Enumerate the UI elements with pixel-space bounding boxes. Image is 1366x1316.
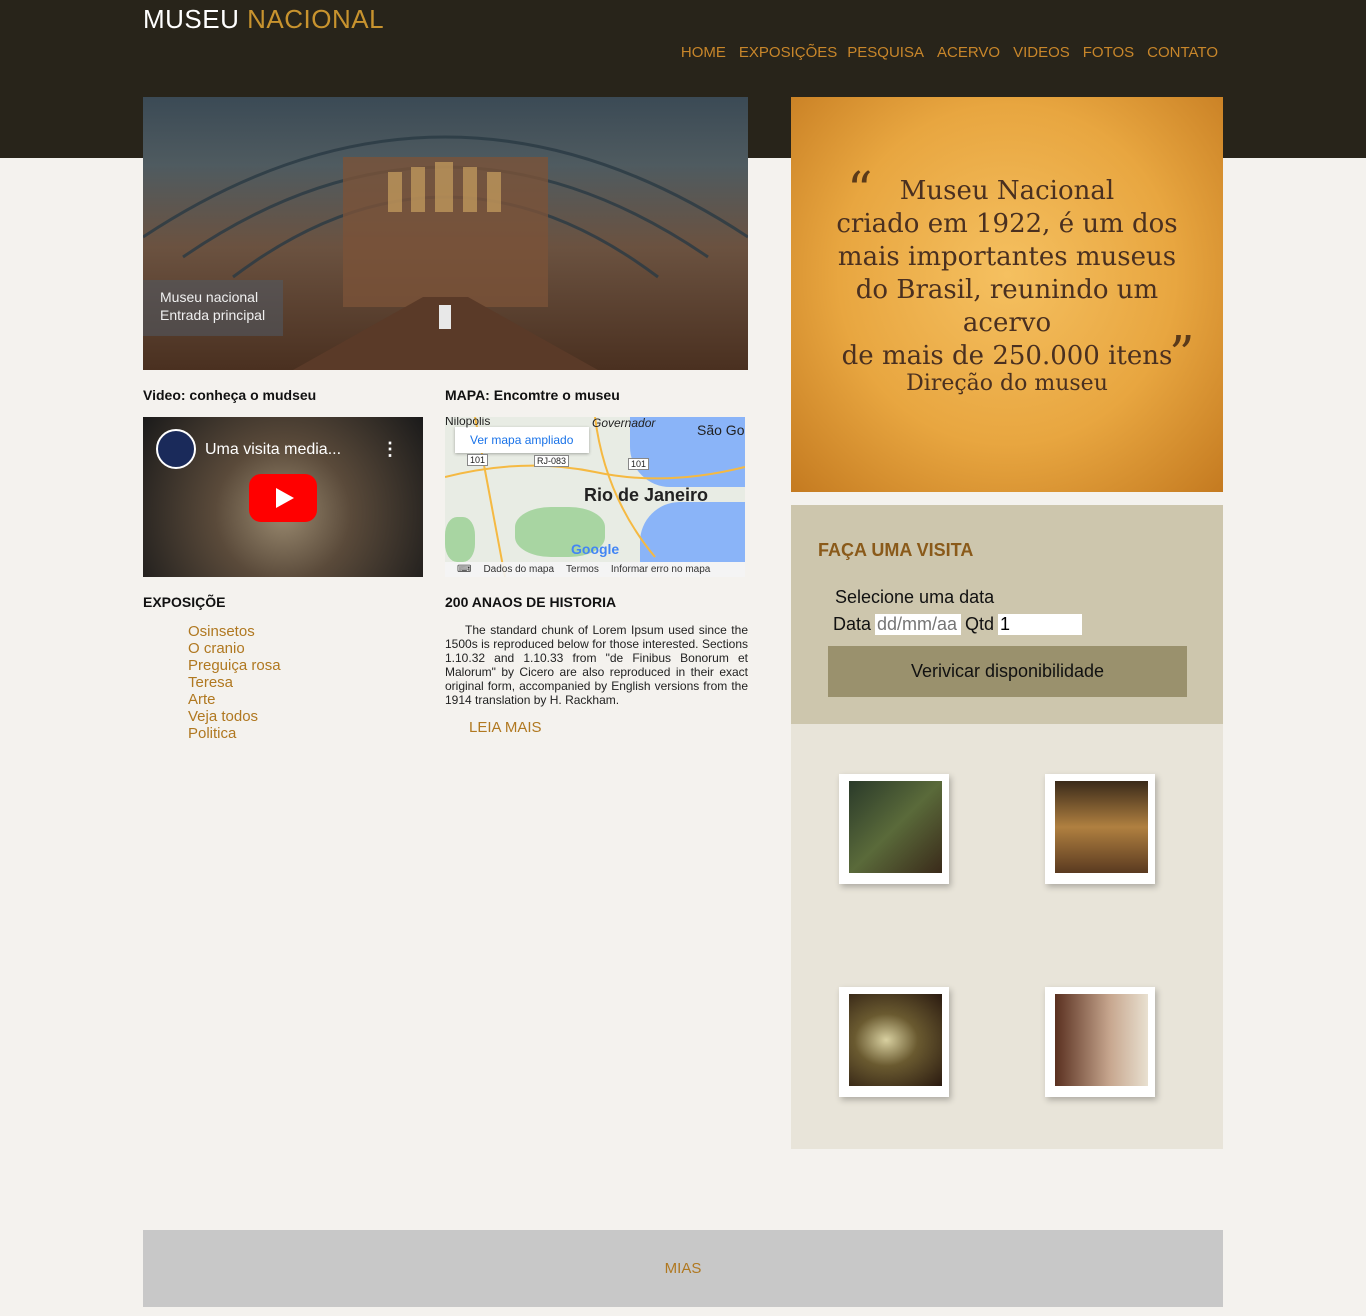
quote-line: Museu Nacional <box>899 176 1115 206</box>
footer-text: MIAS <box>664 1260 702 1277</box>
map-place-governador: Governador <box>592 417 656 430</box>
gallery-photo <box>1055 994 1148 1086</box>
visit-form-row: Data Qtd <box>833 614 1083 635</box>
nav-fotos[interactable]: FOTOS <box>1083 44 1134 61</box>
quote-signature: Direção do museu <box>906 371 1108 396</box>
quote-text: Museu Nacional criado em 1922, é um dos … <box>811 175 1203 373</box>
gallery-photo <box>1055 781 1148 873</box>
expo-link-preguica[interactable]: Preguiça rosa <box>188 657 281 674</box>
expo-link-veja-todos[interactable]: Veja todos <box>188 708 281 725</box>
hero-caption: Museu nacional Entrada principal <box>143 280 283 336</box>
nav-pesquisa[interactable]: PESQUISA <box>847 44 924 61</box>
more-options-icon[interactable]: ⋮ <box>381 439 399 460</box>
expo-link-teresa[interactable]: Teresa <box>188 674 281 691</box>
hero-image: Museu nacional Entrada principal <box>143 97 748 370</box>
nav-exposicoes[interactable]: EXPOSIÇÕES <box>739 44 837 61</box>
map-place-sao-goncalo: São Go <box>697 422 745 438</box>
nav-videos[interactable]: VIDEOS <box>1013 44 1070 61</box>
quote-line: mais importantes museus <box>837 242 1177 272</box>
quote-line: de mais de 250.000 itens <box>841 341 1173 371</box>
map-section-title: MAPA: Encomtre o museu <box>445 387 620 403</box>
map-footer: ⌨ Dados do mapa Termos Informar erro no … <box>445 562 745 577</box>
map-data-link[interactable]: Dados do mapa <box>483 564 554 575</box>
gallery-thumb[interactable] <box>832 980 952 1100</box>
hero-caption-line2: Entrada principal <box>160 307 266 323</box>
nav-contato[interactable]: CONTATO <box>1147 44 1218 61</box>
expo-link-politica[interactable]: Politica <box>188 725 281 742</box>
qtd-input[interactable] <box>998 614 1083 635</box>
history-section-title: 200 ANAOS DE HISTORIA <box>445 594 617 610</box>
keyboard-icon[interactable]: ⌨ <box>457 564 471 575</box>
qtd-label: Qtd <box>965 614 995 634</box>
video-title[interactable]: Uma visita media... <box>205 441 341 459</box>
expo-list: Osinsetos O cranio Preguiça rosa Teresa … <box>188 623 281 742</box>
date-label: Data <box>833 614 872 634</box>
map-road-label-101-east: 101 <box>628 458 650 470</box>
nav-acervo[interactable]: ACERVO <box>937 44 1000 61</box>
hero-caption-line1: Museu nacional <box>160 289 259 305</box>
history-text: The standard chunk of Lorem Ipsum used s… <box>445 623 748 707</box>
visit-title: FAÇA UMA VISITA <box>818 540 974 560</box>
quote-line: criado em 1922, é um dos <box>836 209 1178 239</box>
logo-word-nacional: NACIONAL <box>247 4 385 34</box>
select-date-label: Selecione uma data <box>835 587 995 607</box>
gallery-thumb[interactable] <box>1038 980 1158 1100</box>
map-terms-link[interactable]: Termos <box>566 564 599 575</box>
map-embed[interactable]: Ver mapa ampliado Nilopolis Governador S… <box>445 417 745 577</box>
video-embed[interactable]: Uma visita media... ⋮ <box>143 417 423 577</box>
google-logo: Google <box>571 541 620 557</box>
main-nav: HOME EXPOSIÇÕES PESQUISA ACERVO VIDEOS F… <box>668 44 1218 61</box>
quote-banner: “ Museu Nacional criado em 1922, é um do… <box>791 97 1223 492</box>
expo-link-osinsetos[interactable]: Osinsetos <box>188 623 281 640</box>
channel-avatar[interactable] <box>156 429 196 469</box>
map-road-label-101: 101 <box>467 454 489 466</box>
video-section-title: Video: conheça o mudseu <box>143 387 317 403</box>
map-road-label-rj083: RJ-083 <box>534 455 570 467</box>
footer: MIAS <box>143 1230 1223 1307</box>
play-button-icon[interactable] <box>249 474 317 522</box>
nav-home[interactable]: HOME <box>681 44 726 61</box>
date-input[interactable] <box>875 614 962 635</box>
check-availability-button[interactable]: Verivicar disponibilidade <box>828 646 1187 697</box>
site-logo[interactable]: MUSEU NACIONAL <box>143 4 384 35</box>
gallery-photo <box>849 994 942 1086</box>
expo-link-arte[interactable]: Arte <box>188 691 281 708</box>
visit-booking-panel: FAÇA UMA VISITA Selecione uma data Data … <box>791 505 1223 724</box>
map-place-nilopolis: Nilopolis <box>445 417 491 428</box>
map-city-label: Rio de Janeiro <box>584 485 709 505</box>
gallery-thumb[interactable] <box>832 767 952 887</box>
quote-line: do Brasil, reunindo um acervo <box>855 275 1159 338</box>
photo-gallery <box>791 724 1223 1149</box>
gallery-photo <box>849 781 942 873</box>
read-more-link[interactable]: LEIA MAIS <box>469 719 542 736</box>
expo-section-title: EXPOSIÇÕE <box>143 594 226 610</box>
expo-link-cranio[interactable]: O cranio <box>188 640 281 657</box>
open-larger-map-link[interactable]: Ver mapa ampliado <box>455 427 589 453</box>
map-report-link[interactable]: Informar erro no mapa <box>611 564 711 575</box>
logo-word-museu: MUSEU <box>143 4 240 34</box>
gallery-thumb[interactable] <box>1038 767 1158 887</box>
